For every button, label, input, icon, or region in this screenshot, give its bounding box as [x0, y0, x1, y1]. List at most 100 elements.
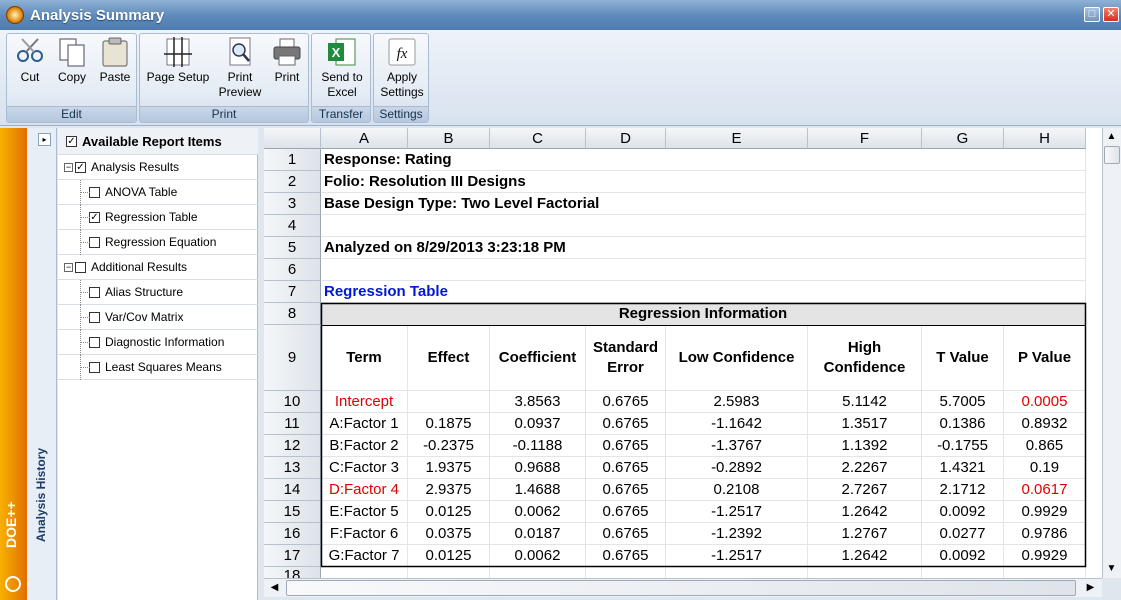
- info-line[interactable]: Base Design Type: Two Level Factorial: [321, 193, 1086, 215]
- term-cell[interactable]: G:Factor 7: [321, 545, 408, 567]
- row-header[interactable]: 12: [264, 435, 321, 457]
- value-cell[interactable]: 0.0617: [1004, 479, 1086, 501]
- report-item-checkbox[interactable]: [89, 186, 100, 198]
- report-item[interactable]: Alias Structure: [58, 279, 258, 305]
- value-cell[interactable]: 1.2642: [808, 501, 922, 523]
- table-header[interactable]: Low Confidence: [666, 325, 808, 391]
- empty-cell[interactable]: [808, 567, 922, 578]
- empty-cell[interactable]: [321, 567, 408, 578]
- report-item-checkbox[interactable]: ✓: [89, 211, 100, 223]
- value-cell[interactable]: 0.6765: [586, 457, 666, 479]
- info-line[interactable]: Folio: Resolution III Designs: [321, 171, 1086, 193]
- value-cell[interactable]: 0.8932: [1004, 413, 1086, 435]
- vertical-scroll-thumb[interactable]: [1104, 146, 1120, 164]
- value-cell[interactable]: 0.6765: [586, 479, 666, 501]
- value-cell[interactable]: 0.0937: [490, 413, 586, 435]
- term-cell[interactable]: A:Factor 1: [321, 413, 408, 435]
- report-item-checkbox[interactable]: [89, 236, 100, 248]
- value-cell[interactable]: 2.1712: [922, 479, 1004, 501]
- value-cell[interactable]: -1.3767: [666, 435, 808, 457]
- term-cell[interactable]: B:Factor 2: [321, 435, 408, 457]
- value-cell[interactable]: 0.6765: [586, 501, 666, 523]
- value-cell[interactable]: 0.9688: [490, 457, 586, 479]
- row-header[interactable]: 4: [264, 215, 321, 237]
- value-cell[interactable]: -0.1755: [922, 435, 1004, 457]
- term-cell[interactable]: E:Factor 5: [321, 501, 408, 523]
- value-cell[interactable]: 0.1875: [408, 413, 490, 435]
- value-cell[interactable]: 0.0005: [1004, 391, 1086, 413]
- page-setup-button[interactable]: Page Setup: [143, 36, 213, 85]
- table-header[interactable]: P Value: [1004, 325, 1086, 391]
- value-cell[interactable]: 1.2767: [808, 523, 922, 545]
- column-header[interactable]: G: [922, 128, 1004, 149]
- value-cell[interactable]: 0.9929: [1004, 501, 1086, 523]
- empty-cell[interactable]: [666, 567, 808, 578]
- value-cell[interactable]: [408, 391, 490, 413]
- column-header[interactable]: H: [1004, 128, 1086, 149]
- print-preview-button[interactable]: Print Preview: [214, 36, 266, 100]
- tree-collapse-icon[interactable]: −: [64, 162, 73, 172]
- value-cell[interactable]: 1.1392: [808, 435, 922, 457]
- report-item-checkbox[interactable]: ✓: [75, 161, 86, 173]
- table-header[interactable]: Term: [321, 325, 408, 391]
- report-item[interactable]: ANOVA Table: [58, 179, 258, 205]
- table-header[interactable]: T Value: [922, 325, 1004, 391]
- info-line[interactable]: Response: Rating: [321, 149, 1086, 171]
- column-header[interactable]: E: [666, 128, 808, 149]
- table-title[interactable]: Regression Information: [321, 303, 1086, 325]
- value-cell[interactable]: -0.2892: [666, 457, 808, 479]
- scroll-up-arrow-icon[interactable]: ▲: [1103, 128, 1120, 145]
- value-cell[interactable]: 1.4688: [490, 479, 586, 501]
- value-cell[interactable]: 2.5983: [666, 391, 808, 413]
- value-cell[interactable]: 3.8563: [490, 391, 586, 413]
- info-line[interactable]: Analyzed on 8/29/2013 3:23:18 PM: [321, 237, 1086, 259]
- value-cell[interactable]: 0.0125: [408, 501, 490, 523]
- value-cell[interactable]: 5.1142: [808, 391, 922, 413]
- term-cell[interactable]: D:Factor 4: [321, 479, 408, 501]
- value-cell[interactable]: 1.4321: [922, 457, 1004, 479]
- report-item-checkbox[interactable]: [75, 261, 86, 273]
- value-cell[interactable]: 1.9375: [408, 457, 490, 479]
- table-header[interactable]: High Confidence: [808, 325, 922, 391]
- report-item-checkbox[interactable]: [89, 286, 100, 298]
- row-header[interactable]: 13: [264, 457, 321, 479]
- row-header[interactable]: 2: [264, 171, 321, 193]
- value-cell[interactable]: 0.2108: [666, 479, 808, 501]
- info-line[interactable]: [321, 215, 1086, 237]
- table-header[interactable]: Standard Error: [586, 325, 666, 391]
- column-header[interactable]: D: [586, 128, 666, 149]
- report-item-checkbox[interactable]: [89, 336, 100, 348]
- row-header[interactable]: 9: [264, 325, 321, 391]
- value-cell[interactable]: 0.6765: [586, 391, 666, 413]
- term-cell[interactable]: F:Factor 6: [321, 523, 408, 545]
- value-cell[interactable]: 0.19: [1004, 457, 1086, 479]
- copy-button[interactable]: Copy: [54, 36, 90, 85]
- column-header[interactable]: F: [808, 128, 922, 149]
- report-item[interactable]: − Additional Results: [58, 255, 258, 280]
- value-cell[interactable]: 1.3517: [808, 413, 922, 435]
- spreadsheet[interactable]: ABCDEFGH 1 2 3 4 5 6 7 8 9 10 11 12 13 14 15 16 17 18 Res…: [264, 128, 1102, 578]
- paste-button[interactable]: Paste: [96, 36, 134, 85]
- value-cell[interactable]: 1.2642: [808, 545, 922, 567]
- value-cell[interactable]: 0.1386: [922, 413, 1004, 435]
- value-cell[interactable]: 0.0092: [922, 545, 1004, 567]
- scroll-left-arrow-icon[interactable]: ◀: [266, 579, 283, 596]
- row-header[interactable]: 5: [264, 237, 321, 259]
- value-cell[interactable]: 0.6765: [586, 545, 666, 567]
- value-cell[interactable]: -1.2517: [666, 545, 808, 567]
- report-item[interactable]: ✓ Regression Table: [58, 204, 258, 230]
- report-item[interactable]: Var/Cov Matrix: [58, 304, 258, 330]
- report-item[interactable]: − ✓ Analysis Results: [58, 155, 258, 180]
- row-header[interactable]: 14: [264, 479, 321, 501]
- value-cell[interactable]: 0.0062: [490, 501, 586, 523]
- send-to-excel-button[interactable]: X Send to Excel: [315, 36, 369, 100]
- value-cell[interactable]: 2.9375: [408, 479, 490, 501]
- value-cell[interactable]: 0.9786: [1004, 523, 1086, 545]
- horizontal-scroll-thumb[interactable]: [286, 580, 1076, 596]
- term-cell[interactable]: Intercept: [321, 391, 408, 413]
- value-cell[interactable]: 0.6765: [586, 435, 666, 457]
- empty-cell[interactable]: [490, 567, 586, 578]
- empty-cell[interactable]: [922, 567, 1004, 578]
- analysis-history-panel[interactable]: ▸ Analysis History: [27, 128, 57, 600]
- apply-settings-button[interactable]: fx Apply Settings: [376, 36, 428, 100]
